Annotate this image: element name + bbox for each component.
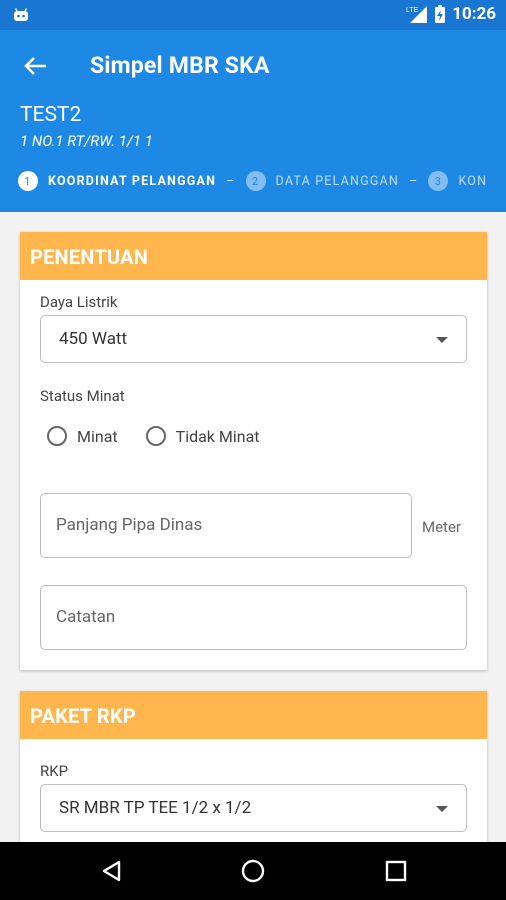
radio-circle-icon <box>145 426 166 446</box>
catatan-input[interactable]: Catatan <box>40 585 467 650</box>
step-konfirmasi[interactable]: 3 KON <box>428 171 487 191</box>
step-data-pelanggan[interactable]: 2 DATA PELANGGAN <box>245 171 400 191</box>
paket-rkp-header: PAKET RKP <box>20 691 487 739</box>
battery-charging-icon <box>435 5 446 23</box>
rkp-select[interactable]: SR MBR TP TEE 1/2 x 1/2 <box>40 784 467 832</box>
stepper: 1 KOORDINAT PELANGGAN – 2 DATA PELANGGAN… <box>18 171 506 195</box>
radio-circle-icon <box>47 426 67 446</box>
rkp-value: SR MBR TP TEE 1/2 x 1/2 <box>59 798 252 818</box>
step-koordinat-pelanggan[interactable]: 1 KOORDINAT PELANGGAN <box>18 171 216 191</box>
dropdown-arrow-icon <box>436 806 448 812</box>
lte-signal-icon: LTE <box>406 6 428 23</box>
radio-label: Minat <box>77 426 118 446</box>
panjang-pipa-placeholder: Panjang Pipa Dinas <box>56 515 203 535</box>
radio-label: Tidak Minat <box>175 426 260 446</box>
android-notification-icon <box>14 8 28 21</box>
rkp-label: RKP <box>40 762 69 780</box>
status-minat-radio-group: Minat Tidak Minat <box>47 426 288 446</box>
meter-unit-label: Meter <box>422 518 461 536</box>
step-number: 1 <box>18 171 38 191</box>
app-bar: Simpel MBR SKA TEST2 1 NO.1 RT/RW. 1/1 1… <box>0 30 506 212</box>
step-label: DATA PELANGGAN <box>275 173 400 189</box>
penentuan-header: PENENTUAN <box>20 232 487 280</box>
step-separator: – <box>226 173 236 189</box>
dropdown-arrow-icon <box>436 337 448 343</box>
daya-listrik-label: Daya Listrik <box>40 293 118 311</box>
recents-square-icon[interactable] <box>383 858 409 884</box>
step-separator: – <box>409 173 419 189</box>
panjang-pipa-input[interactable]: Panjang Pipa Dinas <box>40 493 412 558</box>
back-triangle-icon[interactable] <box>99 858 125 884</box>
step-number: 3 <box>428 171 449 191</box>
step-number: 2 <box>245 171 266 191</box>
step-label: KON <box>458 173 488 189</box>
radio-minat[interactable]: Minat <box>47 426 118 446</box>
back-arrow-icon[interactable] <box>20 50 52 82</box>
catatan-placeholder: Catatan <box>56 607 116 627</box>
clock: 10:26 <box>452 4 496 24</box>
customer-name: TEST2 <box>20 103 82 127</box>
svg-text:LTE: LTE <box>406 7 419 14</box>
daya-listrik-select[interactable]: 450 Watt <box>40 315 467 363</box>
home-circle-icon[interactable] <box>240 858 266 884</box>
customer-address: 1 NO.1 RT/RW. 1/1 1 <box>20 132 153 150</box>
status-minat-label: Status Minat <box>40 387 125 405</box>
app-title: Simpel MBR SKA <box>90 52 270 79</box>
radio-tidak-minat[interactable]: Tidak Minat <box>145 426 260 446</box>
daya-listrik-value: 450 Watt <box>59 329 128 349</box>
step-label: KOORDINAT PELANGGAN <box>48 173 217 189</box>
status-bar: LTE 10:26 <box>0 0 506 30</box>
navigation-bar <box>0 842 506 900</box>
penentuan-card: PENENTUAN Daya Listrik 450 Watt Status M… <box>20 232 487 670</box>
paket-rkp-card: PAKET RKP RKP SR MBR TP TEE 1/2 x 1/2 <box>20 691 487 842</box>
